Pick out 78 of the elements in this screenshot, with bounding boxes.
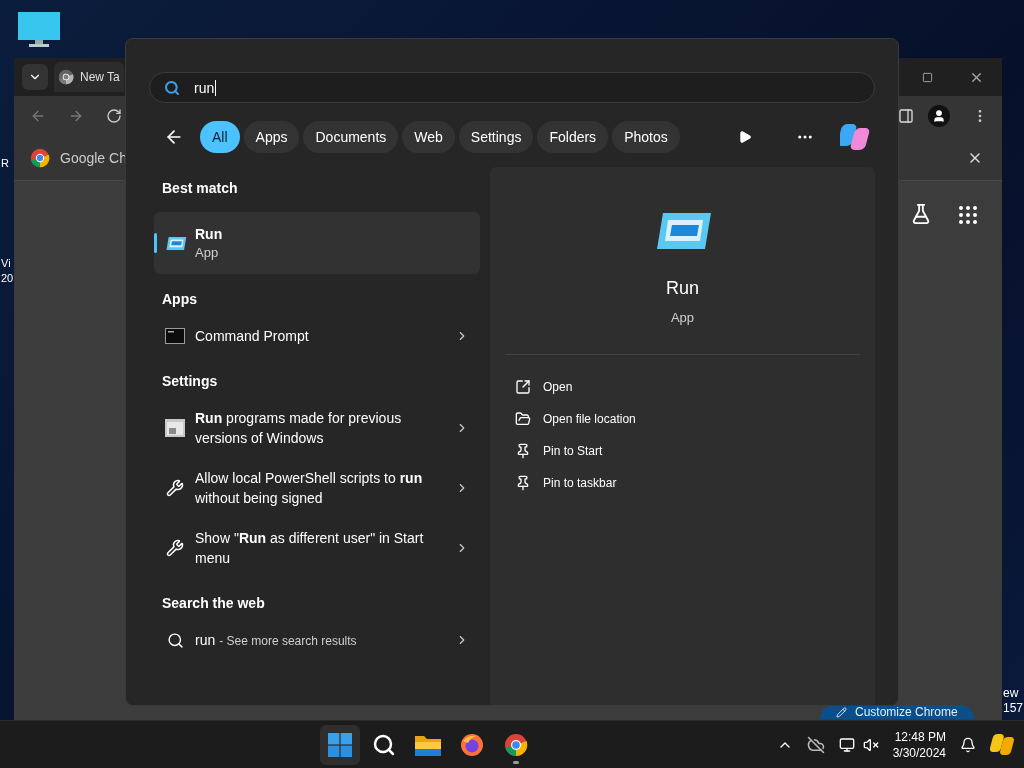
desktop-icon-label: R [1, 156, 9, 170]
person-icon [932, 109, 946, 123]
item-subtitle: App [195, 243, 220, 262]
terminal-icon [165, 328, 185, 344]
computer-icon[interactable] [17, 11, 61, 49]
action-item[interactable]: Open [505, 370, 860, 403]
firefox-logo-icon [460, 732, 485, 757]
desktop-icon-label: ew [1003, 686, 1019, 700]
forward-icon[interactable] [68, 108, 84, 124]
item-title: Command Prompt [195, 327, 310, 346]
reload-icon[interactable] [106, 108, 122, 124]
browser-tab[interactable]: New Ta [54, 62, 124, 92]
filter-chip[interactable]: Web [402, 121, 455, 153]
item-title: Show "Run as different user" in Start menu [195, 529, 425, 568]
pencil-icon [836, 707, 847, 718]
desktop-icon-label: Vi [1, 256, 11, 270]
filter-chip[interactable]: All [200, 121, 240, 153]
chrome-logo-icon [30, 148, 50, 168]
speaker-muted-icon[interactable] [862, 736, 879, 753]
best-match-item[interactable]: Run App [154, 212, 480, 274]
section-heading: Best match [161, 179, 239, 198]
tools-icon [166, 539, 184, 557]
taskbar-button[interactable] [320, 724, 361, 765]
tools-icon [166, 479, 184, 497]
details-subtitle: App [670, 309, 695, 327]
result-item[interactable]: Allow local PowerShell scripts to run without being signed [154, 458, 480, 518]
result-item[interactable]: Command Prompt [154, 316, 480, 356]
chrome-logo-icon [58, 69, 74, 85]
maximize-icon[interactable] [922, 71, 933, 83]
external-link-icon [515, 378, 531, 395]
clock[interactable]: 12:48 PM 3/30/2024 [892, 728, 946, 761]
search-icon [164, 79, 180, 96]
section-heading: Apps [161, 290, 198, 309]
item-title: Run [195, 224, 223, 244]
filter-chip[interactable]: Documents [303, 121, 399, 153]
tab-list-button[interactable] [22, 64, 48, 90]
action-item[interactable]: Open file location [505, 402, 860, 435]
action-item[interactable]: Pin to Start [505, 434, 860, 467]
item-title: Allow local PowerShell scripts to run without being signed [195, 469, 424, 508]
side-panel-icon[interactable] [898, 108, 914, 124]
details-title: Run [666, 277, 699, 300]
pin-icon [515, 442, 531, 459]
action-item[interactable]: Pin to taskbar [505, 466, 860, 499]
customize-chrome-button[interactable]: Customize Chrome [820, 705, 974, 719]
item-title: run [195, 630, 216, 650]
copilot-logo-icon[interactable] [990, 732, 1016, 757]
folder-icon [515, 410, 531, 427]
search-icon [372, 732, 397, 757]
section-heading: Search the web [161, 594, 266, 613]
filter-chip[interactable]: Folders [537, 121, 609, 153]
labs-icon[interactable] [910, 203, 932, 225]
result-item[interactable]: run - See more search results [154, 620, 480, 660]
selection-indicator [154, 233, 157, 253]
window-icon [165, 419, 185, 437]
bell-icon[interactable] [960, 736, 976, 753]
profile-avatar[interactable] [928, 105, 950, 127]
run-app-icon [165, 235, 187, 251]
filter-chip[interactable]: Apps [243, 121, 300, 153]
windows-logo-icon [328, 732, 353, 757]
folder-icon [415, 733, 442, 756]
pin-icon [515, 474, 531, 491]
item-title: Run programs made for previous versions of Windows [195, 409, 403, 448]
item-subtitle: - See more search results [219, 632, 357, 650]
filter-chip[interactable]: Photos [612, 121, 680, 153]
section-heading: Settings [161, 372, 219, 391]
search-icon [166, 631, 184, 649]
filter-chip[interactable]: Settings [458, 121, 534, 153]
search-field[interactable]: run [149, 72, 875, 103]
monitor-icon[interactable] [838, 736, 855, 753]
cloud-off-icon[interactable] [806, 735, 825, 754]
desktop-icon-label: 20 [1, 271, 14, 285]
desktop-icon-label: 157 [1003, 701, 1024, 715]
copilot-logo-icon[interactable] [840, 122, 872, 152]
play-icon[interactable] [738, 130, 752, 144]
chrome-logo-icon [504, 732, 529, 757]
apps-grid-icon[interactable] [956, 203, 980, 227]
result-item[interactable]: Show "Run as different user" in Start menu [154, 518, 480, 578]
result-item[interactable]: Run programs made for previous versions of Windows [154, 398, 480, 458]
